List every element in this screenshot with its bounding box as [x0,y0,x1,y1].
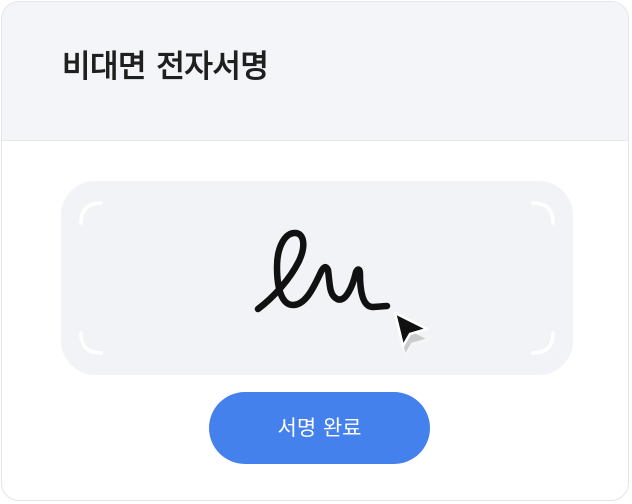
mouse-pointer-icon [393,311,431,358]
corner-top-right-icon [531,201,555,225]
corner-bottom-right-icon [531,331,555,355]
complete-signature-button[interactable]: 서명 완료 [209,392,430,464]
page-title: 비대면 전자서명 [62,49,269,85]
corner-bottom-left-icon [79,331,103,355]
signature-stroke-icon [254,229,391,313]
corner-top-left-icon [79,201,103,225]
card-header: 비대면 전자서명 [2,2,628,141]
signature-pad-canvas [79,201,555,358]
signature-card: 비대면 전자서명 서명 완료 [1,1,629,501]
signature-pad[interactable] [61,181,573,375]
